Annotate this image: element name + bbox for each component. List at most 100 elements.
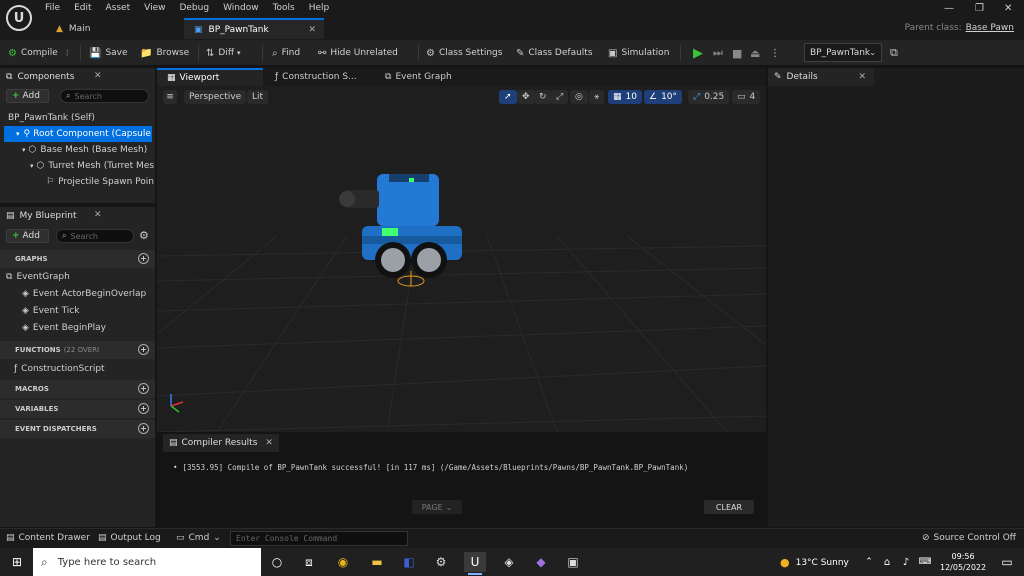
content-drawer-button[interactable]: ▤ Content Drawer <box>6 533 90 543</box>
tab-event-graph[interactable]: ⧉ Event Graph <box>375 68 462 86</box>
hide-unrelated-button[interactable]: ⚯ Hide Unrelated <box>318 45 398 61</box>
class-settings-button[interactable]: ⚙ Class Settings <box>426 45 502 61</box>
event-dispatchers-section-header[interactable]: EVENT DISPATCHERS + <box>0 420 155 438</box>
pawn-tank-mesh[interactable] <box>339 174 462 287</box>
doc-tab-main[interactable]: ▲ Main <box>46 18 100 39</box>
file-explorer-icon[interactable]: ▬ <box>366 552 388 572</box>
menu-window[interactable]: Window <box>223 3 259 13</box>
close-panel-icon[interactable]: ✕ <box>94 71 102 81</box>
settings-icon[interactable]: ⚙ <box>430 552 452 572</box>
menu-asset[interactable]: Asset <box>106 3 131 13</box>
browse-to-blueprint-icon[interactable]: ⧉ <box>890 46 898 60</box>
translate-mode-button[interactable]: ✥ <box>517 90 535 104</box>
class-defaults-button[interactable]: ✎ Class Defaults <box>516 45 593 61</box>
close-tab-icon[interactable]: ✕ <box>308 25 316 35</box>
graphs-section-header[interactable]: GRAPHS + <box>0 250 155 268</box>
close-tab-icon[interactable]: ✕ <box>265 438 273 448</box>
diff-button[interactable]: ⇅ Diff ▾ <box>206 45 241 61</box>
clock[interactable]: 09:56 12/05/2022 <box>940 551 986 573</box>
play-button[interactable]: ▶ <box>693 45 703 61</box>
component-item-root[interactable]: ▾ ⚲ Root Component (Capsule <box>4 126 152 142</box>
find-button[interactable]: ⌕ Find <box>272 45 300 61</box>
weather-widget[interactable]: ● 13°C Sunny <box>780 556 849 569</box>
add-variable-icon[interactable]: + <box>138 403 149 414</box>
console-command-input[interactable]: Enter Console Command <box>230 531 408 546</box>
components-search-input[interactable]: ⌕ Search <box>60 89 149 103</box>
add-graph-icon[interactable]: + <box>138 253 149 264</box>
eject-button[interactable]: ⏏ <box>750 45 760 61</box>
component-item-turret-mesh[interactable]: ▾ ⬡ Turret Mesh (Turret Mes <box>30 158 154 174</box>
windows-start-icon[interactable]: ⊞ <box>6 552 28 572</box>
chevron-down-icon[interactable]: ⋮ <box>64 49 71 57</box>
add-component-button[interactable]: + Add <box>6 89 49 103</box>
functions-section-header[interactable]: FUNCTIONS (22 OVERI + <box>0 341 155 359</box>
chrome-icon[interactable]: ◉ <box>332 552 354 572</box>
step-button[interactable]: ⏭ <box>713 45 723 61</box>
menu-debug[interactable]: Debug <box>179 3 209 13</box>
browse-button[interactable]: 📁 Browse <box>140 45 189 61</box>
select-mode-button[interactable]: ➚ <box>499 90 517 104</box>
component-item-self[interactable]: BP_PawnTank (Self) <box>8 110 148 126</box>
menu-file[interactable]: File <box>45 3 60 13</box>
add-dispatcher-icon[interactable]: + <box>138 423 149 434</box>
scale-mode-button[interactable]: ⤢ <box>551 90 569 104</box>
doc-tab-bp-pawntank[interactable]: ▣ BP_PawnTank ✕ <box>184 18 324 39</box>
close-panel-icon[interactable]: ✕ <box>94 210 102 220</box>
details-tab[interactable]: ✎ Details ✕ <box>768 68 874 86</box>
tab-viewport[interactable]: ▦ Viewport <box>157 68 263 86</box>
my-blueprint-search-input[interactable]: ⌕ Search <box>56 229 134 243</box>
viewport[interactable]: ≡ Perspective Lit ➚ ✥ ↻ ⤢ ◎ ⚹ ▦ 10 ∠ 10° ⤢… <box>157 86 766 432</box>
compile-button[interactable]: ⚙ Compile ⋮ <box>8 45 71 61</box>
output-log-button[interactable]: ▤ Output Log <box>98 533 161 543</box>
notifications-icon[interactable]: ▭ <box>996 552 1018 572</box>
add-macro-icon[interactable]: + <box>138 383 149 394</box>
graph-item-eventgraph[interactable]: ⧉ EventGraph <box>6 269 151 285</box>
compiler-results-tab[interactable]: ▤ Compiler Results ✕ <box>163 434 279 452</box>
stop-button[interactable]: ■ <box>732 45 742 61</box>
maximize-icon[interactable]: ❐ <box>975 3 984 14</box>
perspective-button[interactable]: Perspective <box>184 90 247 104</box>
unreal-engine-icon[interactable]: U <box>464 552 486 575</box>
taskbar-search-box[interactable]: ⌕ Type here to search <box>33 548 261 576</box>
function-item-construction-script[interactable]: ƒ ConstructionScript <box>14 361 152 377</box>
viewport-options-button[interactable]: ≡ <box>163 90 177 104</box>
graph-item-event-begin-play[interactable]: ◈ Event BeginPlay <box>22 320 152 336</box>
app-icon[interactable]: ▣ <box>562 552 584 572</box>
save-button[interactable]: 💾 Save <box>89 45 128 61</box>
task-view-icon[interactable]: ⧈ <box>298 552 320 572</box>
keyboard-icon[interactable]: ⌨ <box>914 552 936 572</box>
parent-class-link[interactable]: Base Pawn <box>966 23 1014 33</box>
variables-section-header[interactable]: VARIABLES + <box>0 400 155 418</box>
unity-icon[interactable]: ◈ <box>498 552 520 572</box>
graph-item-actor-begin-overlap[interactable]: ◈ Event ActorBeginOverlap <box>22 286 152 302</box>
source-control-button[interactable]: ⊘ Source Control Off <box>922 533 1016 543</box>
play-options-button[interactable]: ⋮ <box>770 45 780 61</box>
menu-help[interactable]: Help <box>309 3 330 13</box>
add-member-button[interactable]: + Add <box>6 229 49 243</box>
scale-snap-button[interactable]: ⤢ 0.25 <box>688 90 730 104</box>
grid-snap-button[interactable]: ▦ 10 <box>608 90 642 104</box>
macros-section-header[interactable]: MACROS + <box>0 380 155 398</box>
cmd-dropdown[interactable]: ▭ Cmd ⌄ <box>176 533 221 543</box>
cortana-icon[interactable]: ○ <box>266 552 288 572</box>
simulation-button[interactable]: ▣ Simulation <box>608 45 669 61</box>
menu-view[interactable]: View <box>144 3 165 13</box>
menu-edit[interactable]: Edit <box>74 3 91 13</box>
gear-icon[interactable]: ⚙ <box>139 229 149 242</box>
rotation-snap-button[interactable]: ∠ 10° <box>644 90 683 104</box>
clear-button[interactable]: CLEAR <box>704 500 754 514</box>
graph-item-event-tick[interactable]: ◈ Event Tick <box>22 303 152 319</box>
add-function-icon[interactable]: + <box>138 344 149 355</box>
component-item-base-mesh[interactable]: ▾ ⬡ Base Mesh (Base Mesh) <box>22 142 152 158</box>
unreal-logo-icon[interactable]: U <box>6 5 32 31</box>
world-local-button[interactable]: ◎ <box>570 90 588 104</box>
page-dropdown[interactable]: PAGE ⌄ <box>412 500 462 514</box>
close-icon[interactable]: ✕ <box>1004 3 1012 14</box>
tab-construction-script[interactable]: ƒ Construction S... <box>265 68 367 86</box>
close-tab-icon[interactable]: ✕ <box>858 72 866 82</box>
lit-button[interactable]: Lit <box>247 90 269 104</box>
surface-snap-button[interactable]: ⚹ <box>589 90 605 104</box>
menu-tools[interactable]: Tools <box>273 3 295 13</box>
visual-studio-icon[interactable]: ◆ <box>530 552 552 572</box>
blueprint-debug-select[interactable]: BP_PawnTank ⌄ <box>804 43 882 62</box>
